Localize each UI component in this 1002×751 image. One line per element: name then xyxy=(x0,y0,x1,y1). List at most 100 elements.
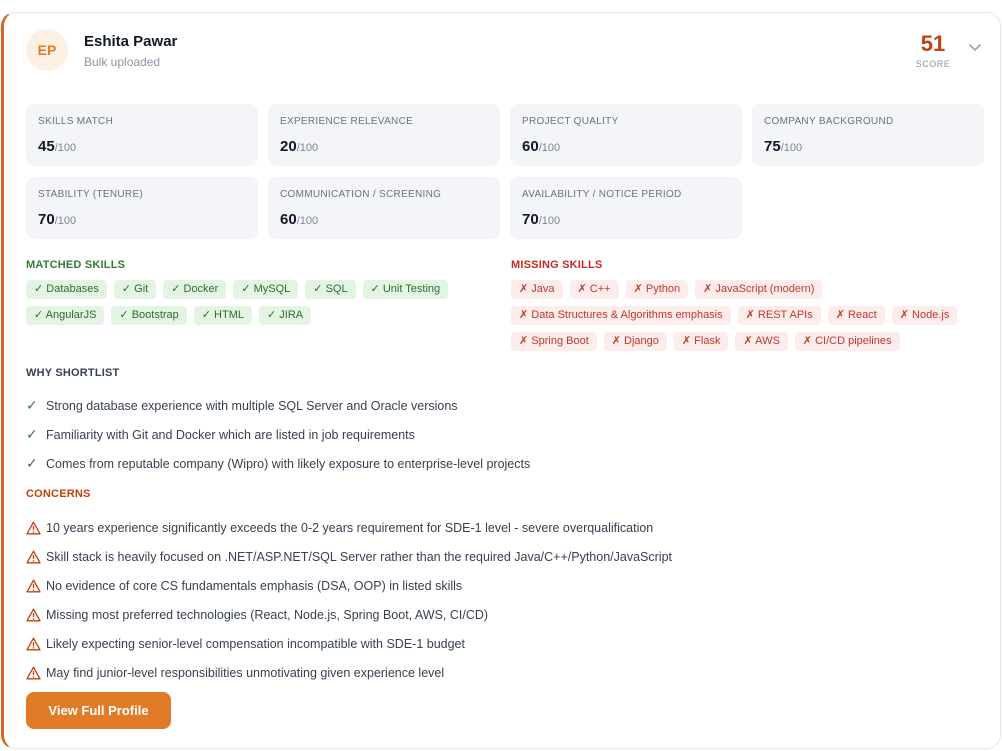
score-display: 51 SCORE xyxy=(912,31,954,69)
missing-skill-chip: ✗ AWS xyxy=(735,332,788,351)
list-item: 10 years experience significantly exceed… xyxy=(26,513,672,542)
list-item: Skill stack is heavily focused on .NET/A… xyxy=(26,542,672,571)
metric-denominator: /100 xyxy=(296,215,319,227)
missing-skills-title: MISSING SKILLS xyxy=(511,259,603,271)
matched-skill-chip: ✓ MySQL xyxy=(233,280,299,299)
reason-text: Familiarity with Git and Docker which ar… xyxy=(46,427,415,442)
warning-icon xyxy=(26,550,44,564)
missing-skill-chip: ✗ Django xyxy=(603,332,667,351)
metric-stability: STABILITY (TENURE) 70/100 xyxy=(26,177,258,239)
list-item: ✓ Familiarity with Git and Docker which … xyxy=(26,420,530,449)
metric-communication: COMMUNICATION / SCREENING 60/100 xyxy=(268,177,500,239)
concern-text: Missing most preferred technologies (Rea… xyxy=(46,607,489,622)
score-value: 51 xyxy=(920,31,946,56)
metric-skills-match: SKILLS MATCH 45/100 xyxy=(26,104,258,166)
metric-value: 60/100 xyxy=(522,138,560,155)
metric-value: 60/100 xyxy=(280,211,318,228)
metric-number: 20 xyxy=(280,138,297,155)
list-item: ✓ Strong database experience with multip… xyxy=(26,391,530,420)
view-full-profile-button[interactable]: View Full Profile xyxy=(26,692,171,729)
matched-skills-title: MATCHED SKILLS xyxy=(26,259,126,271)
metric-number: 75 xyxy=(764,138,781,155)
warning-icon xyxy=(26,608,44,622)
candidate-source: Bulk uploaded xyxy=(84,55,161,69)
concern-text: 10 years experience significantly exceed… xyxy=(46,520,654,535)
concerns-title: CONCERNS xyxy=(26,488,91,500)
metric-value: 75/100 xyxy=(764,138,802,155)
metric-number: 70 xyxy=(38,211,55,228)
missing-skill-chip: ✗ Python xyxy=(625,280,689,299)
matched-skill-chip: ✓ JIRA xyxy=(259,306,312,325)
metric-label: AVAILABILITY / NOTICE PERIOD xyxy=(522,189,682,200)
chevron-down-icon[interactable] xyxy=(968,43,982,53)
metric-value: 20/100 xyxy=(280,138,318,155)
reason-text: Comes from reputable company (Wipro) wit… xyxy=(46,456,531,471)
concern-text: Skill stack is heavily focused on .NET/A… xyxy=(46,549,672,564)
metric-denominator: /100 xyxy=(54,215,77,227)
why-shortlist-list: ✓ Strong database experience with multip… xyxy=(26,391,530,478)
matched-skill-chip: ✓ Git xyxy=(113,280,157,299)
concern-text: May find junior-level responsibilities u… xyxy=(46,665,445,680)
list-item: Missing most preferred technologies (Rea… xyxy=(26,600,672,629)
matched-skill-chip: ✓ SQL xyxy=(305,280,356,299)
metric-denominator: /100 xyxy=(54,142,77,154)
metric-value: 45/100 xyxy=(38,138,76,155)
matched-skill-chip: ✓ Unit Testing xyxy=(362,280,449,299)
metric-number: 60 xyxy=(280,211,297,228)
list-item: May find junior-level responsibilities u… xyxy=(26,658,672,687)
list-item: No evidence of core CS fundamentals emph… xyxy=(26,571,672,600)
missing-skill-chip: ✗ Flask xyxy=(673,332,729,351)
warning-icon xyxy=(26,637,44,651)
metric-label: EXPERIENCE RELEVANCE xyxy=(280,116,414,127)
matched-skill-chip: ✓ Databases xyxy=(26,280,107,299)
matched-skill-chip: ✓ Docker xyxy=(163,280,227,299)
list-item: ✓ Comes from reputable company (Wipro) w… xyxy=(26,449,530,478)
missing-skills-list: ✗ Java ✗ C++ ✗ Python ✗ JavaScript (mode… xyxy=(511,280,991,351)
matched-skill-chip: ✓ AngularJS xyxy=(26,306,105,325)
metric-label: COMMUNICATION / SCREENING xyxy=(280,189,442,200)
warning-icon xyxy=(26,666,44,680)
missing-skill-chip: ✗ Data Structures & Algorithms emphasis xyxy=(511,306,731,325)
missing-skill-chip: ✗ React xyxy=(827,306,885,325)
reason-text: Strong database experience with multiple… xyxy=(46,398,458,413)
metric-denominator: /100 xyxy=(538,142,561,154)
missing-skill-chip: ✗ Node.js xyxy=(891,306,958,325)
metric-number: 70 xyxy=(522,211,539,228)
concerns-list: 10 years experience significantly exceed… xyxy=(26,513,672,687)
metric-label: COMPANY BACKGROUND xyxy=(764,116,894,127)
missing-skill-chip: ✗ Spring Boot xyxy=(511,332,597,351)
metric-denominator: /100 xyxy=(296,142,319,154)
metric-company-background: COMPANY BACKGROUND 75/100 xyxy=(752,104,984,166)
missing-skill-chip: ✗ REST APIs xyxy=(737,306,821,325)
missing-skill-chip: ✗ CI/CD pipelines xyxy=(794,332,900,351)
metric-number: 60 xyxy=(522,138,539,155)
check-icon: ✓ xyxy=(26,455,38,471)
metric-value: 70/100 xyxy=(522,211,560,228)
list-item: Likely expecting senior-level compensati… xyxy=(26,629,672,658)
missing-skill-chip: ✗ Java xyxy=(511,280,563,299)
metric-availability: AVAILABILITY / NOTICE PERIOD 70/100 xyxy=(510,177,742,239)
check-icon: ✓ xyxy=(26,397,38,413)
warning-icon xyxy=(26,521,44,535)
missing-skill-chip: ✗ C++ xyxy=(569,280,619,299)
why-shortlist-title: WHY SHORTLIST xyxy=(26,367,120,379)
concern-text: Likely expecting senior-level compensati… xyxy=(46,636,465,651)
metric-value: 70/100 xyxy=(38,211,76,228)
metric-experience-relevance: EXPERIENCE RELEVANCE 20/100 xyxy=(268,104,500,166)
score-label: SCORE xyxy=(915,59,951,69)
matched-skills-list: ✓ Databases ✓ Git ✓ Docker ✓ MySQL ✓ SQL… xyxy=(26,280,496,325)
metric-denominator: /100 xyxy=(538,215,561,227)
metric-label: PROJECT QUALITY xyxy=(522,116,619,127)
matched-skill-chip: ✓ HTML xyxy=(193,306,252,325)
check-icon: ✓ xyxy=(26,426,38,442)
matched-skill-chip: ✓ Bootstrap xyxy=(111,306,187,325)
concern-text: No evidence of core CS fundamentals emph… xyxy=(46,578,463,593)
metric-denominator: /100 xyxy=(780,142,803,154)
missing-skill-chip: ✗ JavaScript (modern) xyxy=(695,280,823,299)
avatar: EP xyxy=(26,29,68,71)
metric-label: STABILITY (TENURE) xyxy=(38,189,144,200)
metric-label: SKILLS MATCH xyxy=(38,116,114,127)
metric-project-quality: PROJECT QUALITY 60/100 xyxy=(510,104,742,166)
candidate-name: Eshita Pawar xyxy=(84,33,178,50)
metric-number: 45 xyxy=(38,138,55,155)
